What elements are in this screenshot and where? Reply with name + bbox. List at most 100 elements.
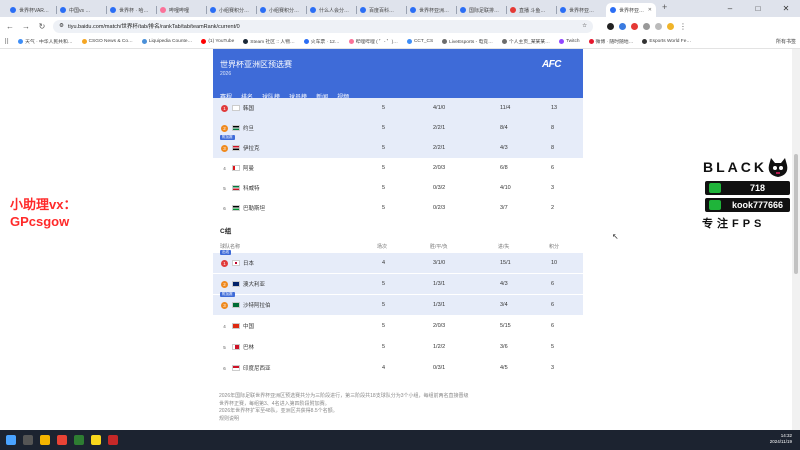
system-tray-clock[interactable]: 14:32 2024/11/19 [770,433,792,445]
team-name[interactable]: 澳大利亚 [243,280,265,288]
apps-grid-icon[interactable]: ⠿ [4,38,9,46]
team-name[interactable]: 巴勒斯坦 [243,204,265,212]
app-icon[interactable] [91,435,101,445]
bookmark-item[interactable]: 火车票 · 12… [303,38,340,45]
bookmark-item[interactable]: Twitch [558,39,580,44]
team-row[interactable]: 6 巴勒斯坦 5 0/2/3 3/7 2 [213,198,583,218]
goals-for-against: 4/10 [500,185,511,191]
all-bookmarks-button[interactable]: 所有书签 [776,38,796,45]
team-row[interactable]: 1 韩国 5 4/1/0 11/4 13 [213,98,583,118]
tab-favicon-icon [310,7,316,13]
bookmark-item[interactable]: CCT_CS [406,39,433,44]
browser-tab[interactable]: 直播 斗鱼… [506,3,556,17]
address-bar[interactable]: ⚙ tiyu.baidu.com/match/世界杯/tab/排名/rankTa… [53,19,593,33]
points: 13 [551,105,558,111]
reload-icon[interactable]: ↻ [37,22,47,31]
bookmark-item[interactable]: 个人主页_某某某… [501,38,550,45]
bookmark-item[interactable]: 天气 · 中华人民共和… [18,38,73,45]
browser-tab[interactable]: 小组赛积分… [206,3,256,17]
maximize-icon[interactable]: □ [744,0,772,17]
bookmark-item[interactable]: Liquipedia Counte… [141,39,192,44]
team-name[interactable]: 科威特 [243,184,260,192]
browser-tab[interactable]: 世界杯亚洲… [406,3,456,17]
bookmark-favicon-icon [501,39,507,44]
tab-title: 中国vs … [69,7,91,14]
team-name[interactable]: 日本 [243,259,254,267]
footnote-line: 2026年世界杯扩军至48队，亚洲区共获得8.5个名额。 [219,408,338,414]
forward-icon[interactable]: → [21,22,31,31]
search-icon[interactable] [23,435,33,445]
minimize-icon[interactable]: – [716,0,744,17]
team-name[interactable]: 印度尼西亚 [243,364,271,372]
brand-word: BLACK [703,159,767,175]
tab-title: 哔哩哔哩 [169,7,190,14]
header-goals: 进/失 [498,244,510,250]
team-row[interactable]: 2 约旦 5 2/2/1 8/4 8 [213,118,583,138]
file-explorer-icon[interactable] [40,435,50,445]
bookmark-item[interactable]: 哔哩哔哩 ( ゜- ゜)… [348,38,398,45]
browser-tab[interactable]: 哔哩哔哩 [156,3,206,17]
team-row[interactable]: 4 阿曼 5 2/0/3 6/8 6 [213,158,583,178]
new-tab-button[interactable]: + [656,2,673,15]
back-icon[interactable]: ← [5,22,15,31]
bookmark-item[interactable]: CSGO News & Co… [81,39,133,44]
app-icon[interactable] [108,435,118,445]
team-name[interactable]: 中国 [243,322,254,330]
bookmark-item[interactable]: Steam 社区 :: 人物… [243,38,295,45]
team-row[interactable]: 出线 1 日本 4 3/1/0 15/1 10 [213,250,583,273]
page-scrollbar[interactable] [792,49,800,430]
team-row[interactable]: 5 科威特 5 0/3/2 4/10 3 [213,178,583,198]
browser-tab[interactable]: 世界杯VAR… [6,3,56,17]
team-row[interactable]: 2 澳大利亚 5 1/3/1 4/3 6 [213,274,583,294]
browser-tab[interactable]: 世界杯 · 哈… [106,3,156,17]
extension-icon[interactable] [607,22,614,30]
browser-tab[interactable]: 百度百科… [356,3,406,17]
team-name[interactable]: 沙特阿拉伯 [243,301,271,309]
competition-year: 2026 [220,71,232,77]
app-icon[interactable] [74,435,84,445]
site-info-icon[interactable]: ⚙ [59,23,64,29]
browser-tab[interactable]: 世界杯亚… [556,3,606,17]
team-name[interactable]: 巴林 [243,343,254,351]
points: 3 [551,185,555,191]
team-row[interactable]: 附加赛 3 伊拉克 5 2/2/1 4/3 8 [213,135,583,158]
close-icon[interactable]: ✕ [772,0,800,17]
close-tab-icon[interactable]: ✕ [648,7,652,13]
team-row[interactable]: 6 印度尼西亚 4 0/3/1 4/5 3 [213,358,583,378]
bookmark-star-icon[interactable]: ☆ [582,23,587,29]
browser-tab[interactable]: 世界杯亚… ✕ [606,3,656,17]
team-row[interactable]: 4 中国 5 2/0/3 5/15 6 [213,316,583,336]
team-name[interactable]: 约旦 [243,124,254,132]
chrome-icon[interactable] [57,435,67,445]
browser-tab[interactable]: 什么人会分… [306,3,356,17]
bookmark-favicon-icon [588,39,594,44]
browser-tab[interactable]: 小组赛积分… [256,3,306,17]
extensions-puzzle-icon[interactable] [643,22,650,30]
tab-strip: 世界杯VAR… 中国vs … 世界杯 · 哈… 哔哩哔哩 小组赛积分… 小组赛积分… 什么人… [0,0,800,17]
jp-flag-icon [232,260,240,266]
bookmark-item[interactable]: LiveEsports - 电竞… [442,38,493,45]
games-played: 4 [382,365,386,371]
extension-icon[interactable] [631,22,638,30]
team-row[interactable]: 5 巴林 5 1/2/2 3/6 5 [213,337,583,357]
profile-avatar[interactable] [667,22,674,30]
team-row[interactable]: 附加赛 3 沙特阿拉伯 5 1/3/1 3/4 6 [213,292,583,315]
goals-for-against: 3/6 [500,344,508,350]
browser-tab[interactable]: 国际足联排… [456,3,506,17]
bookmark-item[interactable]: Esports World Fe… [642,39,691,44]
bookmark-item[interactable]: (1) YouTube [201,39,234,44]
team-name[interactable]: 伊拉克 [243,144,260,152]
tab-title: 世界杯VAR… [19,7,49,14]
tab-favicon-icon [210,7,216,13]
points: 6 [551,302,555,308]
sidebar-icon[interactable] [655,22,662,30]
team-name[interactable]: 阿曼 [243,164,254,172]
win-draw-loss: 1/3/1 [433,302,446,308]
browser-tab[interactable]: 中国vs … [56,3,106,17]
extension-icon[interactable] [619,22,626,30]
bookmark-item[interactable]: 微博 · 随时随地… [588,38,633,45]
windows-start-icon[interactable] [6,435,16,445]
menu-kebab-icon[interactable]: ⋮ [679,22,687,31]
win-draw-loss: 0/3/1 [433,365,446,371]
team-name[interactable]: 韩国 [243,104,254,112]
